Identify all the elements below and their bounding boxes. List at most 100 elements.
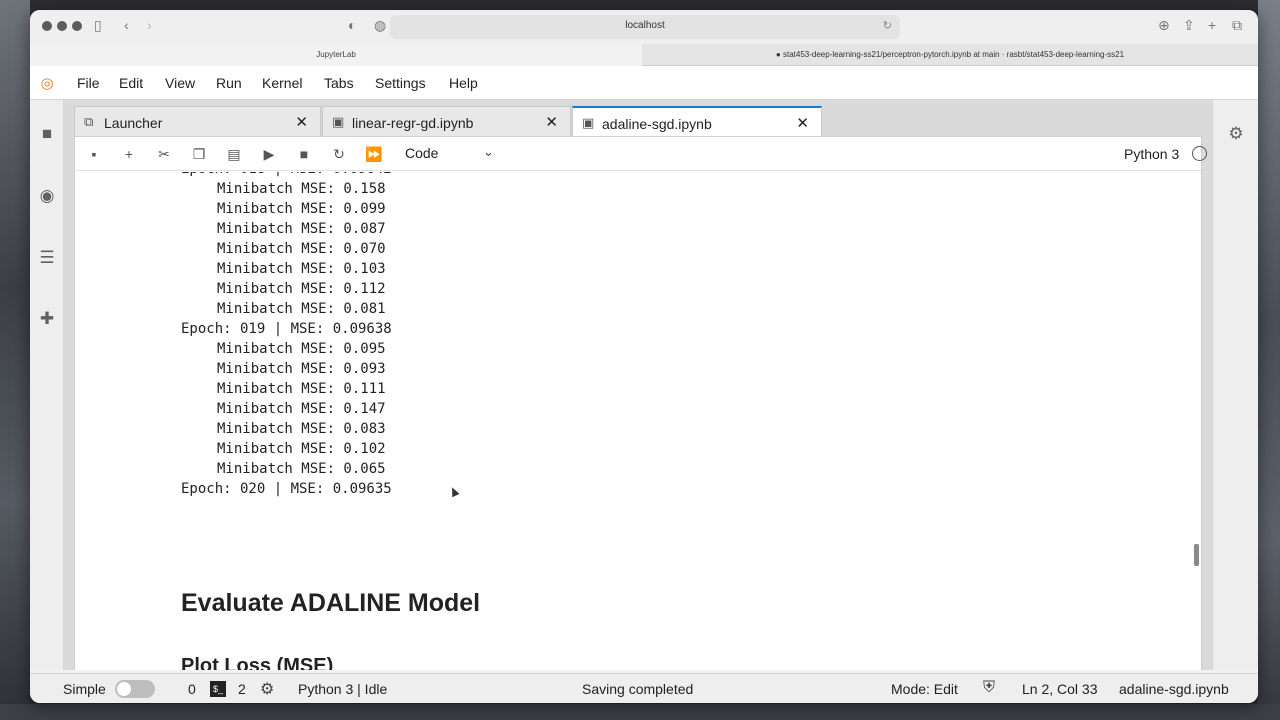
window-minimize-button[interactable] bbox=[57, 21, 67, 31]
minibatch-mse-line: Minibatch MSE: 0.158 bbox=[217, 181, 386, 197]
kernel-status-icon bbox=[1192, 146, 1207, 161]
tab-linear-regr-gd[interactable]: ▣ linear-regr-gd.ipynb ✕ bbox=[322, 106, 571, 136]
close-icon[interactable]: ✕ bbox=[295, 113, 308, 131]
tab-label: adaline-sgd.ipynb bbox=[602, 116, 712, 132]
window-close-button[interactable] bbox=[42, 21, 52, 31]
kernel-chip-icon[interactable]: ⚙ bbox=[260, 679, 274, 699]
minibatch-mse-line: Minibatch MSE: 0.065 bbox=[217, 461, 386, 477]
menu-kernel[interactable]: Kernel bbox=[262, 75, 302, 91]
share-icon[interactable]: ⇪ bbox=[1183, 17, 1195, 34]
terminal-count[interactable]: 0 bbox=[188, 681, 196, 697]
address-bar[interactable]: localhost ↻ bbox=[390, 15, 900, 39]
cursor-position[interactable]: Ln 2, Col 33 bbox=[1022, 681, 1098, 697]
new-tab-icon[interactable]: + bbox=[1208, 17, 1216, 33]
browser-tab-title: stat453-deep-learning-ss21/perceptron-py… bbox=[782, 50, 1125, 59]
browser-tab-strip: JupyterLab ● stat453-deep-learning-ss21/… bbox=[30, 44, 1258, 66]
markdown-heading-1: Evaluate ADALINE Model bbox=[181, 589, 481, 617]
table-of-contents-icon[interactable]: ☰ bbox=[37, 248, 57, 268]
notebook-icon: ▣ bbox=[582, 115, 595, 130]
run-icon[interactable]: ▶ bbox=[259, 144, 279, 164]
browser-tab-jupyterlab[interactable]: JupyterLab bbox=[30, 44, 642, 66]
running-kernels-icon[interactable]: ◉ bbox=[37, 186, 57, 206]
cut-icon[interactable]: ✂ bbox=[154, 144, 174, 164]
tab-launcher[interactable]: ⧉ Launcher ✕ bbox=[74, 106, 321, 136]
kernel-status[interactable]: Python 3 | Idle bbox=[298, 681, 387, 697]
jupyter-logo-icon: ◎ bbox=[40, 75, 54, 92]
close-icon[interactable]: ✕ bbox=[796, 114, 809, 132]
close-icon[interactable]: ✕ bbox=[545, 113, 558, 131]
epoch-mse-line: Epoch: 019 | MSE: 0.09638 bbox=[181, 321, 392, 337]
property-inspector-icon[interactable]: ⚙ bbox=[1226, 124, 1246, 144]
notebook-panel: ▪ + ✂ ❐ ▤ ▶ ■ ↻ ⏩ Code ⌄ Python 3 Epoch:… bbox=[74, 136, 1207, 670]
desktop-background-bottom bbox=[0, 704, 1280, 720]
paste-icon[interactable]: ▤ bbox=[224, 144, 244, 164]
menu-help[interactable]: Help bbox=[449, 75, 478, 91]
minibatch-mse-line: Minibatch MSE: 0.112 bbox=[217, 281, 386, 297]
folder-icon[interactable]: ■ bbox=[37, 124, 57, 144]
extension-icon[interactable]: ✚ bbox=[37, 309, 57, 329]
menu-file[interactable]: File bbox=[77, 75, 100, 91]
epoch-mse-line: Epoch: 018 | MSE: 0.09642 bbox=[181, 172, 392, 179]
github-icon: ● bbox=[775, 50, 783, 59]
sidebar-toggle-icon[interactable]: ▯ bbox=[94, 17, 102, 34]
document-tab-bar: ⧉ Launcher ✕ ▣ linear-regr-gd.ipynb ✕ ▣ … bbox=[74, 106, 1212, 138]
minibatch-mse-line: Minibatch MSE: 0.087 bbox=[217, 221, 386, 237]
minibatch-mse-line: Minibatch MSE: 0.083 bbox=[217, 421, 386, 437]
minibatch-mse-line: Minibatch MSE: 0.081 bbox=[217, 301, 386, 317]
minibatch-mse-line: Minibatch MSE: 0.147 bbox=[217, 401, 386, 417]
shield-small-icon[interactable]: ◍ bbox=[374, 17, 386, 34]
save-icon[interactable]: ▪ bbox=[84, 144, 104, 164]
markdown-heading-2: Plot Loss (MSE) bbox=[181, 655, 334, 670]
jupyter-menubar: ◎ File Edit View Run Kernel Tabs Setting… bbox=[30, 66, 1258, 100]
notebook-icon: ▣ bbox=[332, 114, 345, 129]
simple-mode-toggle[interactable] bbox=[115, 680, 155, 698]
menu-settings[interactable]: Settings bbox=[375, 75, 426, 91]
browser-toolbar: ▯ ‹ › ◐ ◍ localhost ↻ ⊕ ⇪ + ⧉ bbox=[30, 10, 1258, 44]
insert-cell-icon[interactable]: + bbox=[119, 144, 139, 164]
browser-window: ▯ ‹ › ◐ ◍ localhost ↻ ⊕ ⇪ + ⧉ JupyterLab… bbox=[30, 10, 1258, 703]
desktop-background-left bbox=[0, 0, 30, 720]
cell-type-select[interactable]: Code bbox=[405, 145, 438, 161]
current-filename: adaline-sgd.ipynb bbox=[1119, 681, 1229, 697]
kernel-name[interactable]: Python 3 bbox=[1124, 146, 1179, 162]
trust-icon[interactable]: ⛨ bbox=[983, 679, 995, 697]
simple-mode-label: Simple bbox=[63, 681, 106, 697]
minibatch-mse-line: Minibatch MSE: 0.102 bbox=[217, 441, 386, 457]
tab-overview-icon[interactable]: ⧉ bbox=[1232, 17, 1242, 34]
address-url: localhost bbox=[625, 20, 665, 31]
chevron-down-icon[interactable]: ⌄ bbox=[483, 144, 494, 160]
menu-edit[interactable]: Edit bbox=[119, 75, 143, 91]
menu-tabs[interactable]: Tabs bbox=[324, 75, 354, 91]
kernel-count[interactable]: 2 bbox=[238, 681, 246, 697]
tab-adaline-sgd[interactable]: ▣ adaline-sgd.ipynb ✕ bbox=[572, 106, 822, 138]
forward-icon[interactable]: › bbox=[147, 17, 152, 33]
minibatch-mse-line: Minibatch MSE: 0.111 bbox=[217, 381, 386, 397]
external-link-icon: ⧉ bbox=[84, 114, 94, 129]
toggle-knob bbox=[117, 682, 131, 696]
mouse-cursor-icon bbox=[448, 485, 460, 498]
browser-tab-title: JupyterLab bbox=[316, 50, 356, 59]
menu-run[interactable]: Run bbox=[216, 75, 242, 91]
right-sidebar: ⚙ bbox=[1212, 100, 1258, 670]
minibatch-mse-line: Minibatch MSE: 0.099 bbox=[217, 201, 386, 217]
window-zoom-button[interactable] bbox=[72, 21, 82, 31]
browser-tab-github[interactable]: ● stat453-deep-learning-ss21/perceptron-… bbox=[642, 44, 1258, 66]
stop-icon[interactable]: ■ bbox=[294, 144, 314, 164]
minibatch-mse-line: Minibatch MSE: 0.070 bbox=[217, 241, 386, 257]
notebook-toolbar: ▪ + ✂ ❐ ▤ ▶ ■ ↻ ⏩ Code ⌄ Python 3 bbox=[75, 137, 1207, 171]
menu-view[interactable]: View bbox=[165, 75, 195, 91]
copy-icon[interactable]: ❐ bbox=[189, 144, 209, 164]
terminal-icon[interactable]: $_ bbox=[210, 681, 226, 697]
scrollbar-thumb[interactable] bbox=[1194, 544, 1199, 566]
download-icon[interactable]: ⊕ bbox=[1158, 17, 1170, 34]
minibatch-mse-line: Minibatch MSE: 0.103 bbox=[217, 261, 386, 277]
notebook-content: Epoch: 018 | MSE: 0.09642 Minibatch MSE: … bbox=[75, 172, 1201, 670]
desktop-background-right bbox=[1258, 0, 1280, 720]
back-icon[interactable]: ‹ bbox=[124, 17, 129, 33]
reload-icon[interactable]: ↻ bbox=[883, 19, 892, 32]
fast-forward-icon[interactable]: ⏩ bbox=[364, 144, 384, 164]
edit-mode[interactable]: Mode: Edit bbox=[891, 681, 958, 697]
privacy-icon[interactable]: ◐ bbox=[348, 17, 356, 33]
restart-icon[interactable]: ↻ bbox=[329, 144, 349, 164]
tab-label: Launcher bbox=[104, 115, 163, 131]
